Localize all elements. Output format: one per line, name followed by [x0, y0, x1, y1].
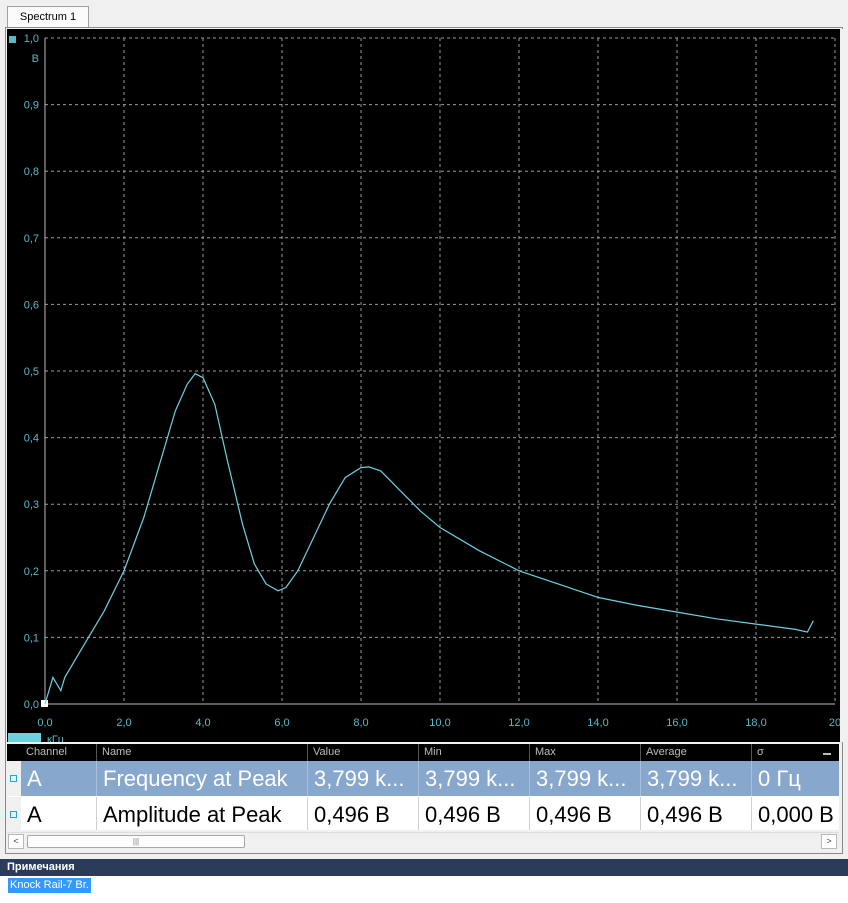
- table-row[interactable]: A Frequency at Peak 3,799 k... 3,799 k..…: [7, 761, 839, 796]
- y-tick-label: 0,4: [24, 433, 39, 445]
- y-tick-label: 0,1: [24, 632, 39, 644]
- row-marker-icon: [10, 811, 17, 818]
- x-unit-highlight: [8, 733, 41, 742]
- horizontal-scrollbar[interactable]: < ||| >: [7, 832, 839, 850]
- cell-name[interactable]: Amplitude at Peak: [96, 797, 307, 830]
- cell-max[interactable]: 0,496 В: [529, 797, 640, 830]
- cell-sigma[interactable]: 0 Гц: [751, 761, 839, 796]
- column-header-name[interactable]: Name: [96, 744, 307, 761]
- y-axis-unit-label: В: [32, 53, 39, 65]
- y-tick-label: 1,0: [24, 33, 39, 45]
- y-tick-label: 0,0: [24, 699, 39, 711]
- y-tick-label: 0,3: [24, 499, 39, 511]
- row-marker[interactable]: [7, 761, 21, 796]
- collapse-icon[interactable]: [823, 753, 831, 755]
- cell-value[interactable]: 3,799 k...: [307, 761, 418, 796]
- x-tick-label: 2,0: [116, 717, 131, 729]
- row-marker[interactable]: [7, 797, 21, 830]
- notes-text[interactable]: Knock Rail-7 Br.: [8, 878, 91, 893]
- origin-marker-icon: [41, 700, 48, 707]
- y-tick-label: 0,6: [24, 299, 39, 311]
- x-tick-label: 18,0: [745, 717, 766, 729]
- table-row[interactable]: A Amplitude at Peak 0,496 В 0,496 В 0,49…: [7, 797, 839, 830]
- measurements-table: Channel Name Value Min Max Average σ A F…: [7, 744, 839, 830]
- cell-min[interactable]: 0,496 В: [418, 797, 529, 830]
- scroll-left-button[interactable]: <: [8, 834, 24, 849]
- cell-average[interactable]: 0,496 В: [640, 797, 751, 830]
- spectrum-series-line: [44, 372, 814, 705]
- cell-average[interactable]: 3,799 k...: [640, 761, 751, 796]
- x-tick-label: 8,0: [353, 717, 368, 729]
- x-tick-label: 4,0: [195, 717, 210, 729]
- x-tick-label: 0,0: [37, 717, 52, 729]
- x-tick-label: 14,0: [587, 717, 608, 729]
- row-marker-icon: [10, 775, 17, 782]
- column-header-value[interactable]: Value: [307, 744, 418, 761]
- plot-right-edge: [840, 29, 843, 742]
- cell-name[interactable]: Frequency at Peak: [96, 761, 307, 796]
- cell-value[interactable]: 0,496 В: [307, 797, 418, 830]
- cell-min[interactable]: 3,799 k...: [418, 761, 529, 796]
- cell-max[interactable]: 3,799 k...: [529, 761, 640, 796]
- column-header-average[interactable]: Average: [640, 744, 751, 761]
- scroll-thumb[interactable]: |||: [27, 835, 245, 848]
- x-tick-label: 20: [829, 717, 840, 729]
- channel-marker-icon: [9, 36, 16, 43]
- column-header-channel[interactable]: Channel: [21, 744, 96, 761]
- table-header: Channel Name Value Min Max Average σ: [7, 744, 839, 761]
- y-tick-label: 0,2: [24, 566, 39, 578]
- y-tick-label: 0,8: [24, 166, 39, 178]
- column-header-max[interactable]: Max: [529, 744, 640, 761]
- notes-panel[interactable]: Knock Rail-7 Br.: [0, 876, 848, 903]
- cell-sigma[interactable]: 0,000 В: [751, 797, 839, 830]
- column-header-sigma[interactable]: σ: [751, 744, 821, 761]
- cell-channel[interactable]: A: [21, 761, 96, 796]
- column-header-min[interactable]: Min: [418, 744, 529, 761]
- y-tick-label: 0,9: [24, 100, 39, 112]
- x-tick-label: 10,0: [429, 717, 450, 729]
- y-tick-label: 0,7: [24, 233, 39, 245]
- x-tick-label: 6,0: [274, 717, 289, 729]
- y-tick-label: 0,5: [24, 366, 39, 378]
- scroll-right-button[interactable]: >: [821, 834, 837, 849]
- x-tick-label: 16,0: [666, 717, 687, 729]
- spectrum-chart[interactable]: 0,0 2,0 4,0 6,0 8,0 10,0 12,0 14,0 16,0 18,0 20 0,0…: [7, 29, 840, 742]
- notes-title: Примечания: [0, 859, 848, 876]
- x-tick-label: 12,0: [508, 717, 529, 729]
- tab-bar: Spectrum 1: [0, 0, 848, 28]
- spectrum-plot[interactable]: 0,0 2,0 4,0 6,0 8,0 10,0 12,0 14,0 16,0 18,0 20 0,0…: [7, 29, 840, 742]
- x-axis-unit-label: кГц: [47, 734, 65, 742]
- cell-channel[interactable]: A: [21, 797, 96, 830]
- tab-spectrum-1[interactable]: Spectrum 1: [7, 6, 89, 28]
